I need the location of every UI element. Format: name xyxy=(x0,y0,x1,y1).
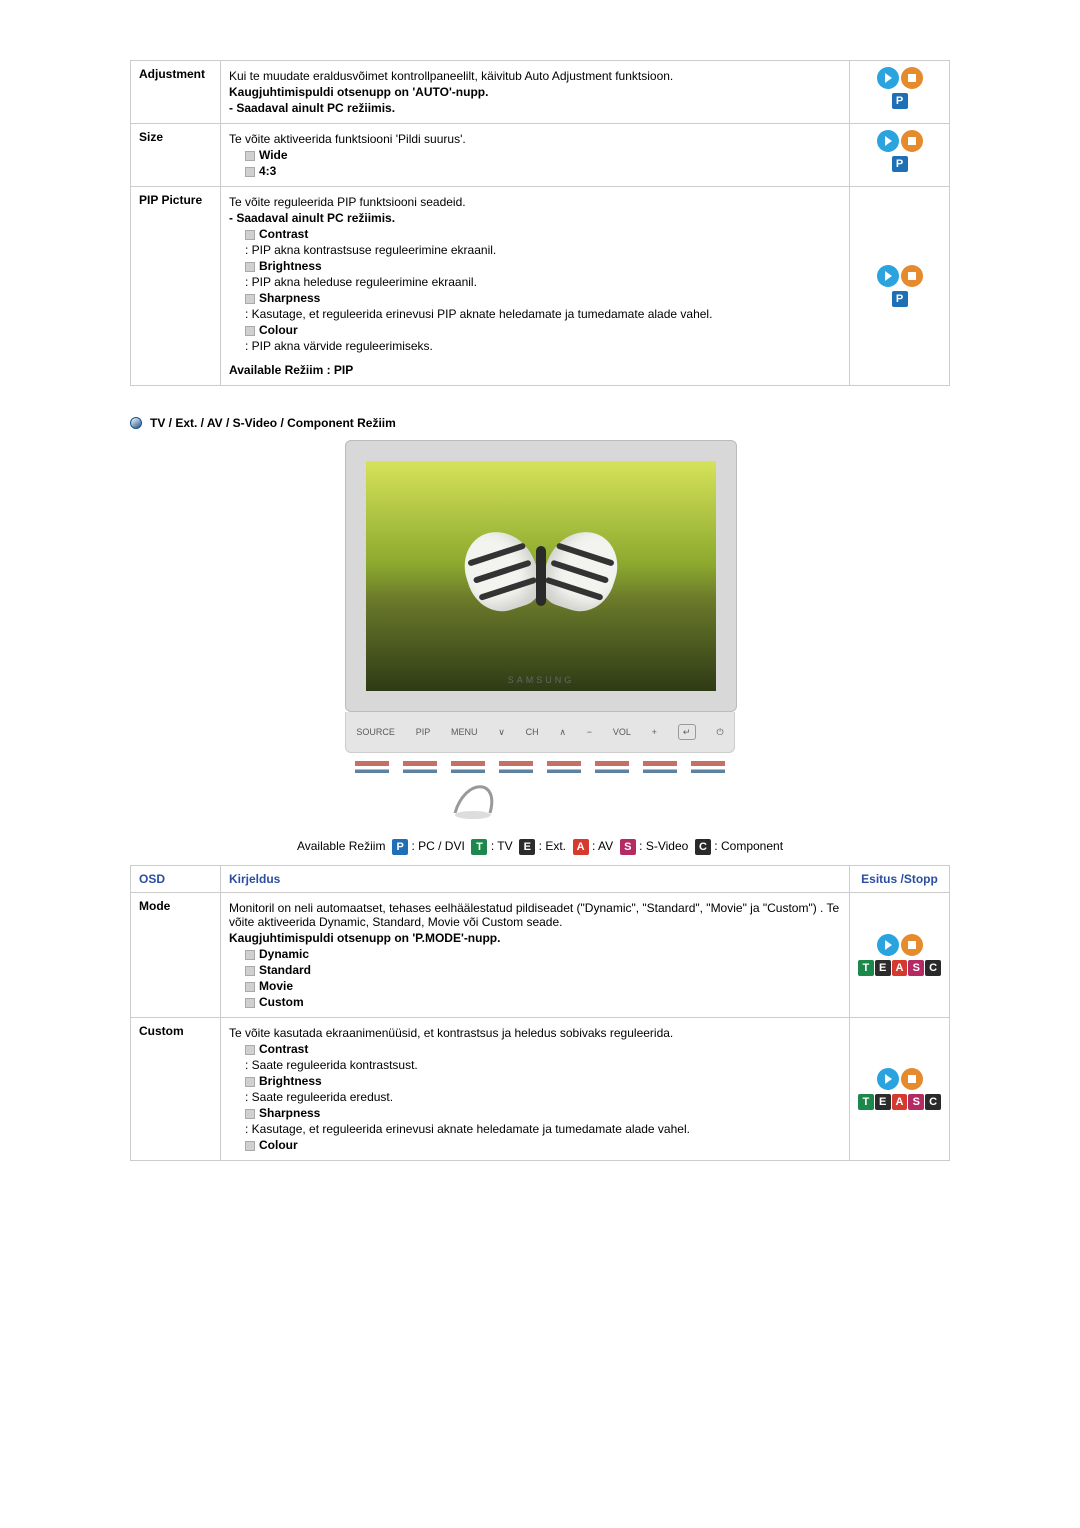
btn-vol: VOL xyxy=(613,727,631,737)
table-picture-pc: Adjustment Kui te muudate eraldusvõimet … xyxy=(130,60,950,386)
mode-chip-e: E xyxy=(519,839,535,855)
row-adjustment: Adjustment Kui te muudate eraldusvõimet … xyxy=(131,61,950,124)
play-stop-icon[interactable] xyxy=(877,130,923,152)
monitor-illustration: SAMSUNG SOURCE PIP MENU ∨ CH ∧ − VOL + ↵… xyxy=(345,440,735,821)
mode-chip-t: T xyxy=(471,839,487,855)
btn-menu[interactable]: MENU xyxy=(451,727,478,737)
play-cell: P xyxy=(850,61,950,124)
play-stop-icon[interactable] xyxy=(877,934,923,956)
mode-legend: Available Režiim P : PC / DVI T : TV E :… xyxy=(130,839,950,855)
btn-ch-up[interactable]: ∧ xyxy=(559,727,566,738)
bullet-icon xyxy=(130,417,142,429)
mode-chip-s: S xyxy=(620,839,636,855)
row-pip-picture: PIP Picture Te võite reguleerida PIP fun… xyxy=(131,187,950,386)
monitor-brand: SAMSUNG xyxy=(366,675,716,685)
mode-chip-p: P xyxy=(892,93,908,109)
stylus-illustration xyxy=(345,777,735,821)
row-size: Size Te võite aktiveerida funktsiooni 'P… xyxy=(131,124,950,187)
btn-ch-down[interactable]: ∨ xyxy=(498,727,505,738)
btn-ch: CH xyxy=(526,727,539,737)
mode-chip-c: C xyxy=(695,839,711,855)
mode-chip-p: P xyxy=(392,839,408,855)
row-custom: Custom Te võite kasutada ekraanimenüüsid… xyxy=(131,1018,950,1161)
play-stop-icon[interactable] xyxy=(877,265,923,287)
row-mode: Mode Monitoril on neli automaatset, teha… xyxy=(131,893,950,1018)
th-osd: OSD xyxy=(131,866,221,893)
play-stop-icon[interactable] xyxy=(877,67,923,89)
osd-label: Adjustment xyxy=(131,61,221,124)
th-desc: Kirjeldus xyxy=(221,866,850,893)
btn-vol-down[interactable]: − xyxy=(587,727,592,737)
table-picture-tv: OSD Kirjeldus Esitus /Stopp Mode Monitor… xyxy=(130,865,950,1161)
mode-chip-a: A xyxy=(573,839,589,855)
btn-enter[interactable]: ↵ xyxy=(678,724,696,740)
btn-source[interactable]: SOURCE xyxy=(356,727,395,737)
butterfly-image xyxy=(466,521,616,621)
desc-cell: Kui te muudate eraldusvõimet kontrollpan… xyxy=(221,61,850,124)
monitor-screen: SAMSUNG xyxy=(366,461,716,691)
table-header-row: OSD Kirjeldus Esitus /Stopp xyxy=(131,866,950,893)
play-stop-icon[interactable] xyxy=(877,1068,923,1090)
decorative-strip xyxy=(345,753,735,777)
btn-vol-up[interactable]: + xyxy=(652,727,657,737)
monitor-buttons: SOURCE PIP MENU ∨ CH ∧ − VOL + ↵ ⏻ xyxy=(345,712,735,753)
play-icon xyxy=(877,67,899,89)
stop-icon xyxy=(901,67,923,89)
th-play: Esitus /Stopp xyxy=(850,866,950,893)
section-heading: TV / Ext. / AV / S-Video / Component Rež… xyxy=(130,416,950,430)
btn-power[interactable]: ⏻ xyxy=(716,727,723,738)
btn-pip[interactable]: PIP xyxy=(416,727,431,737)
